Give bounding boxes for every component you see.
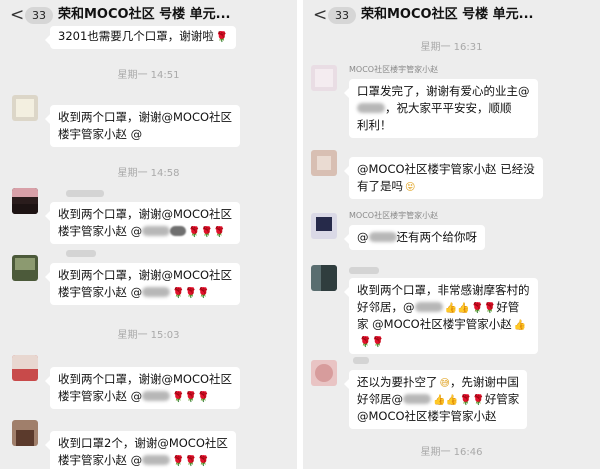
redacted-mention [142,226,171,236]
message-text: 收到两个口罩，谢谢@MOCO社区 [58,110,233,124]
sender-name-redacted [66,190,104,197]
message-text: 好管家 [484,392,520,406]
redacted-mention [368,232,397,242]
message-text: 好管 [496,300,520,314]
message-text: 楼宇管家小赵 @ [58,127,143,141]
message-bubble[interactable]: @MOCO社区楼宇管家小赵 已经没 有了是吗 😝 [344,157,543,199]
timestamp: 星期一 16:46 [420,447,483,458]
message-bubble[interactable]: 口罩发完了，谢谢有爱心的业主@ ，祝大家平平安安，顺顺 利利！ [344,79,538,138]
redacted-mention [170,226,187,236]
message-bubble[interactable]: @ 还有两个给你呀 [344,225,485,250]
message-text: 收到口罩2个，谢谢@MOCO社区 [58,436,228,450]
rose-icon: 🌹 [215,32,229,43]
sender-name-redacted [353,357,369,364]
message-text: 家 @MOCO社区楼宇管家小赵 [357,317,512,331]
message-text: @MOCO社区楼宇管家小赵 [357,409,497,423]
redacted-mention [403,394,431,404]
rose-icon: 🌹🌹🌹 [188,227,226,238]
message-text: 楼宇管家小赵 @ [58,453,143,467]
avatar[interactable] [311,360,337,386]
message-text: 收到两个口罩，谢谢@MOCO社区 [58,372,233,386]
message-text: 收到两个口罩，谢谢@MOCO社区 [58,268,233,282]
rose-icon: 🌹🌹🌹 [172,456,210,467]
back-chevron-icon[interactable]: < [313,6,327,24]
redacted-mention [357,103,385,113]
thumbs-up-icon: 👍👍 [444,303,470,314]
timestamp: 星期一 14:58 [117,168,180,179]
message-text: 有了是吗 [357,179,403,193]
timestamp: 星期一 15:03 [117,330,180,341]
rose-icon: 🌹🌹🌹 [172,392,210,403]
message-bubble[interactable]: 收到两个口罩，非常感谢摩客村的 好邻居，@ 👍👍 🌹🌹好管 家 @MOCO社区楼宇管… [344,278,538,354]
message-text: 口罩发完了，谢谢有爱心的业主@ [357,84,530,98]
back-chevron-icon[interactable]: < [10,6,24,24]
rose-icon: 🌹🌹🌹 [172,288,210,299]
rose-icon: 🌹🌹 [471,303,497,314]
message-bubble[interactable]: 收到口罩2个，谢谢@MOCO社区 楼宇管家小赵 @ 🌹🌹🌹 [45,431,236,469]
message-text: ，先谢谢中国 [449,375,519,389]
redacted-mention [142,455,171,465]
avatar[interactable] [12,95,38,121]
chat-panel-right: < 33 荣和MOCO社区 号楼 单元... 星期一 16:31 MOCO社区楼… [303,0,600,469]
message-text: @ [357,230,369,244]
message-text: 楼宇管家小赵 @ [58,224,143,238]
chat-title: 荣和MOCO社区 号楼 单元... [58,7,231,22]
redacted-mention [414,302,443,312]
avatar[interactable] [311,265,337,291]
message-text: 好邻居@ [357,392,403,406]
sender-name: MOCO社区楼宇管家小赵 [349,65,439,74]
grinning-face-icon: 😝 [405,182,416,193]
timestamp: 星期一 14:51 [117,70,180,81]
message-bubble[interactable]: 收到两个口罩，谢谢@MOCO社区 楼宇管家小赵 @ 🌹🌹🌹 [44,263,241,305]
message-text: ，祝大家平平安安，顺顺 [385,101,512,115]
unread-badge: 33 [25,7,53,24]
message-text: 3201也需要几个口罩，谢谢啦 [58,29,214,43]
sender-name: MOCO社区楼宇管家小赵 [349,211,439,220]
avatar[interactable] [12,420,38,446]
message-bubble[interactable]: 收到两个口罩，谢谢@MOCO社区 楼宇管家小赵 @ 🌹🌹🌹 [44,367,241,409]
sender-name-redacted [349,267,379,274]
unread-badge: 33 [328,7,356,24]
chat-panel-left: < 33 荣和MOCO社区 号楼 单元... 3201也需要几个口罩，谢谢啦 🌹 … [0,0,297,469]
thumbs-up-icon: 👍👍 [433,395,458,406]
avatar[interactable] [311,65,337,91]
chat-header: < 33 荣和MOCO社区 号楼 单元... [303,0,600,30]
message-bubble[interactable]: 3201也需要几个口罩，谢谢啦 🌹 [44,26,237,49]
sweat-smile-icon: 😅 [439,378,450,389]
message-text: 楼宇管家小赵 @ [58,389,143,403]
thumbs-up-icon: 👍 [513,320,527,331]
message-text: 收到两个口罩，非常感谢摩客村的 [357,283,530,297]
avatar[interactable] [12,355,38,381]
message-bubble[interactable]: 收到两个口罩，谢谢@MOCO社区 楼宇管家小赵 @ [44,105,241,147]
message-text: 利利！ [357,118,392,132]
redacted-mention [142,391,171,401]
avatar[interactable] [311,150,337,176]
avatar[interactable] [12,255,38,281]
message-text: @MOCO社区楼宇管家小赵 已经没 [357,162,535,176]
message-text: 好邻居，@ [357,300,415,314]
chat-title: 荣和MOCO社区 号楼 单元... [361,7,534,22]
rose-icon: 🌹🌹 [359,337,384,348]
message-bubble[interactable]: 收到两个口罩，谢谢@MOCO社区 楼宇管家小赵 @ 🌹🌹🌹 [44,202,241,244]
message-text: 楼宇管家小赵 @ [58,285,143,299]
avatar[interactable] [12,188,38,214]
rose-icon: 🌹🌹 [459,395,485,406]
message-text: 还有两个给你呀 [396,230,478,244]
timestamp: 星期一 16:31 [420,42,483,53]
message-text: 收到两个口罩，谢谢@MOCO社区 [58,207,233,221]
message-bubble[interactable]: 还以为要扑空了 😅，先谢谢中国 好邻居@ 👍👍 🌹🌹好管家 @MOCO社区楼宇管家小赵 [343,370,528,429]
avatar[interactable] [311,213,337,239]
message-text: 还以为要扑空了 [357,375,438,389]
sender-name-redacted [66,250,96,257]
redacted-mention [142,287,171,297]
